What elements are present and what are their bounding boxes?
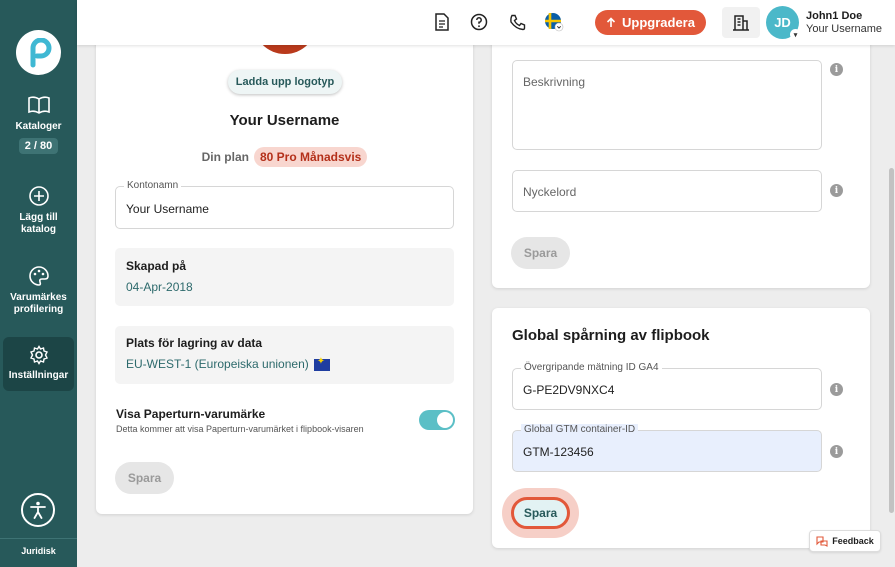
sidebar-item-label: Inställningar	[8, 370, 69, 381]
storage-value: EU-WEST-1 (Europeiska unionen)	[126, 357, 309, 371]
branding-description: Detta kommer att visa Paperturn-varumärk…	[116, 424, 364, 434]
description-placeholder: Beskrivning	[523, 75, 586, 89]
save-button[interactable]: Spara	[115, 462, 174, 494]
sidebar: Kataloger 2 / 80 Lägg till katalog Varum…	[0, 0, 77, 567]
description-field[interactable]: Beskrivning	[512, 60, 822, 150]
top-header: Uppgradera JD ▾ John1 Doe Your Username	[77, 0, 895, 45]
gtm-legend: Global GTM container-ID	[521, 424, 639, 435]
sidebar-item-label: Kataloger	[15, 121, 62, 132]
upgrade-label: Uppgradera	[622, 15, 695, 30]
avatar-initials: JD	[774, 15, 791, 30]
accessibility-icon	[30, 501, 46, 519]
eu-flag-icon	[313, 356, 330, 371]
building-icon	[733, 15, 749, 31]
sidebar-item-add-catalog[interactable]: Lägg till katalog	[0, 185, 77, 236]
branding-title: Visa Paperturn-varumärke	[116, 407, 266, 421]
palette-icon	[28, 266, 49, 286]
seo-card: Beskrivning i Nyckelord i Spara	[492, 20, 870, 288]
account-name-legend: Kontonamn	[124, 180, 182, 191]
tracking-title: Global spårning av flipbook	[512, 327, 710, 344]
profile-card: YU Ladda upp logotyp Your Username Din p…	[96, 20, 473, 514]
document-icon[interactable]	[432, 12, 452, 32]
user-name: John1 Doe	[806, 10, 863, 22]
scrollbar[interactable]	[889, 168, 894, 513]
plan-label: Din plan	[201, 150, 249, 164]
legal-link[interactable]: Juridisk	[0, 546, 77, 556]
info-icon[interactable]: i	[830, 184, 843, 197]
user-avatar[interactable]: JD ▾	[766, 6, 801, 40]
storage-title: Plats för lagring av data	[126, 336, 263, 350]
sidebar-item-label: profilering	[13, 304, 64, 315]
sidebar-item-label: Lägg till	[19, 212, 58, 223]
ga4-legend: Övergripande mätning ID GA4	[521, 362, 662, 373]
ga4-field[interactable]: Övergripande mätning ID GA4 G-PE2DV9NXC4	[512, 362, 822, 410]
sidebar-item-label: katalog	[20, 224, 56, 235]
feedback-label: Feedback	[832, 536, 874, 546]
toggle-knob	[437, 412, 453, 428]
plan-row: Din plan 80 Pro Månadsvis	[96, 147, 473, 167]
sidebar-item-settings[interactable]: Inställningar	[3, 337, 74, 391]
user-username: Your Username	[806, 23, 883, 35]
chevron-down-icon: ▾	[790, 29, 801, 40]
info-icon[interactable]: i	[830, 445, 843, 458]
sidebar-item-catalogs[interactable]: Kataloger 2 / 80	[0, 94, 77, 154]
created-title: Skapad på	[126, 259, 187, 273]
tracking-card: Global spårning av flipbook Övergripande…	[492, 308, 870, 548]
storage-info-box: Plats för lagring av data EU-WEST-1 (Eur…	[115, 326, 454, 384]
branding-toggle[interactable]	[419, 410, 455, 430]
plan-badge: 80 Pro Månadsvis	[253, 147, 368, 167]
sidebar-divider	[0, 538, 77, 539]
ga4-value: G-PE2DV9NXC4	[523, 383, 615, 397]
organization-button[interactable]	[722, 7, 760, 38]
storage-row: EU-WEST-1 (Europeiska unionen)	[126, 356, 330, 371]
created-info-box: Skapad på 04-Apr-2018	[115, 248, 454, 306]
account-title: Your Username	[229, 112, 340, 129]
gear-icon	[29, 345, 48, 365]
upload-logo-button[interactable]: Ladda upp logotyp	[228, 70, 342, 94]
catalog-count-badge: 2 / 80	[18, 138, 59, 154]
save-button[interactable]: Spara	[511, 497, 570, 529]
accessibility-button[interactable]	[21, 493, 55, 527]
info-icon[interactable]: i	[830, 63, 843, 76]
info-icon[interactable]: i	[830, 383, 843, 396]
account-name-value: Your Username	[126, 202, 209, 216]
sidebar-item-label: Varumärkes	[10, 292, 67, 303]
upgrade-button[interactable]: Uppgradera	[595, 10, 706, 35]
help-icon[interactable]	[469, 12, 489, 32]
account-name-field[interactable]: Kontonamn Your Username	[115, 180, 454, 229]
gtm-value: GTM-123456	[523, 445, 594, 459]
feedback-icon	[816, 535, 828, 547]
phone-icon[interactable]	[507, 12, 527, 32]
feedback-button[interactable]: Feedback	[809, 530, 881, 552]
save-button[interactable]: Spara	[511, 237, 570, 269]
keywords-field[interactable]: Nyckelord	[512, 170, 822, 212]
book-open-icon	[27, 96, 50, 114]
paperturn-logo[interactable]	[16, 30, 61, 75]
plus-circle-icon	[28, 186, 49, 206]
created-value: 04-Apr-2018	[126, 280, 193, 294]
sidebar-item-branding[interactable]: Varumärkes profilering	[0, 265, 77, 316]
keywords-placeholder: Nyckelord	[523, 185, 577, 199]
gtm-field[interactable]: Global GTM container-ID GTM-123456	[512, 424, 822, 472]
language-flag-icon[interactable]	[544, 12, 564, 32]
arrow-up-icon	[606, 17, 616, 27]
